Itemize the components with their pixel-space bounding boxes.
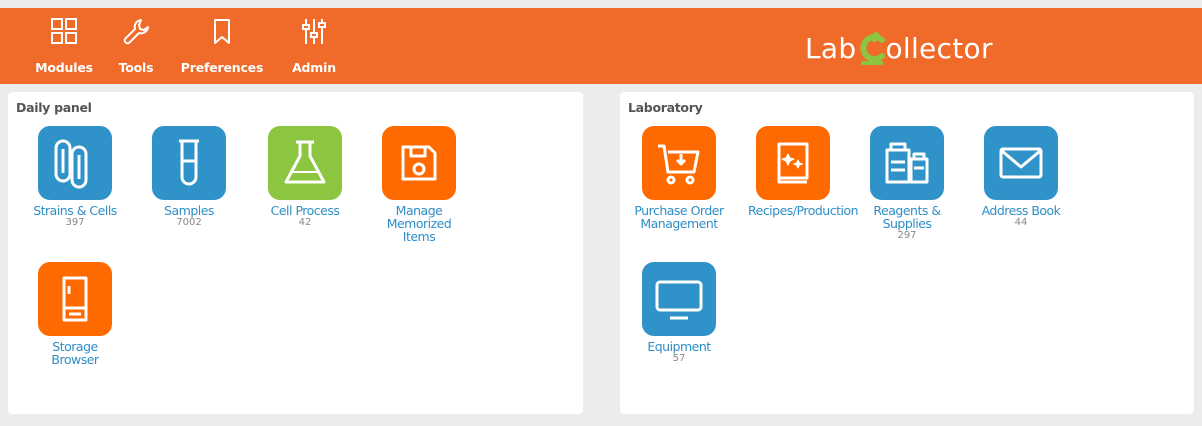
modules-icon [51,18,77,44]
laboratory-panel-title: Laboratory [628,100,703,115]
tile-manage-memorized-items[interactable]: Manage Memorized Items [374,126,464,243]
tile-samples-count: 7002 [176,217,202,228]
tile-reagents-supplies-count: 297 [897,230,917,241]
tile-strains-cells-label: Strains & Cells [33,203,117,218]
nav-preferences-label: Preferences [180,60,264,75]
labcollector-logo: Lab ollector [805,26,993,70]
tile-address-book[interactable]: Address Book 44 [976,126,1066,228]
nav-preferences-button[interactable]: Preferences [174,16,270,75]
nav-modules-label: Modules [35,60,93,75]
tile-strains-cells-count: 397 [65,217,85,228]
monitor-icon [642,262,716,336]
tile-equipment-count: 57 [672,353,686,364]
daily-panel-title: Daily panel [16,100,92,115]
shopping-cart-icon [642,126,716,200]
tile-reagents-supplies-label: Reagents & Supplies [873,203,941,231]
logo-text-lab: Lab [805,31,857,65]
tile-reagents-supplies[interactable]: Reagents & Supplies 297 [862,126,952,241]
wrench-icon [123,19,149,45]
tile-cell-process[interactable]: Cell Process 42 [260,126,350,228]
bookmark-icon [214,19,230,44]
freezer-icon [38,262,112,336]
tile-samples-label: Samples [164,203,214,218]
laboratory-panel: Laboratory Purchase Order Management Rec… [620,92,1194,414]
nav-tools-label: Tools [118,60,154,75]
daily-panel: Daily panel Strains & Cells 397 Samples … [8,92,583,414]
nav-tools-button[interactable]: Tools [110,16,162,75]
tile-equipment-label: Equipment [647,339,711,354]
nav-modules-button[interactable]: Modules [28,16,100,75]
top-navigation-bar: Modules Tools Preferences Admin Lab olle… [0,8,1202,84]
tile-recipes-production-label: Recipes/Production [748,203,859,218]
tile-manage-memorized-items-label: Manage Memorized Items [386,203,452,244]
tile-strains-cells[interactable]: Strains & Cells 397 [30,126,120,228]
envelope-icon [984,126,1058,200]
microscope-c-logo-icon [860,31,886,65]
tile-cell-process-label: Cell Process [270,203,340,218]
tile-address-book-label: Address Book [981,203,1061,218]
tile-storage-browser-label: Storage Browser [51,339,99,367]
tile-address-book-count: 44 [1014,217,1028,228]
flask-icon [268,126,342,200]
logo-text-ollector: ollector [885,31,993,65]
tile-samples[interactable]: Samples 7002 [144,126,234,228]
nav-admin-button[interactable]: Admin [284,16,344,75]
sliders-icon [302,19,326,44]
test-tube-icon [152,126,226,200]
tile-storage-browser[interactable]: Storage Browser [30,262,120,366]
recipe-book-icon [756,126,830,200]
tile-purchase-order-management-label: Purchase Order Management [634,203,724,231]
tile-equipment[interactable]: Equipment 57 [634,262,724,364]
tile-cell-process-count: 42 [298,217,312,228]
paperclips-icon [38,126,112,200]
floppy-disk-icon [382,126,456,200]
bottles-icon [870,126,944,200]
nav-admin-label: Admin [292,60,336,75]
tile-recipes-production[interactable]: Recipes/Production [748,126,859,218]
tile-purchase-order-management[interactable]: Purchase Order Management [634,126,724,230]
